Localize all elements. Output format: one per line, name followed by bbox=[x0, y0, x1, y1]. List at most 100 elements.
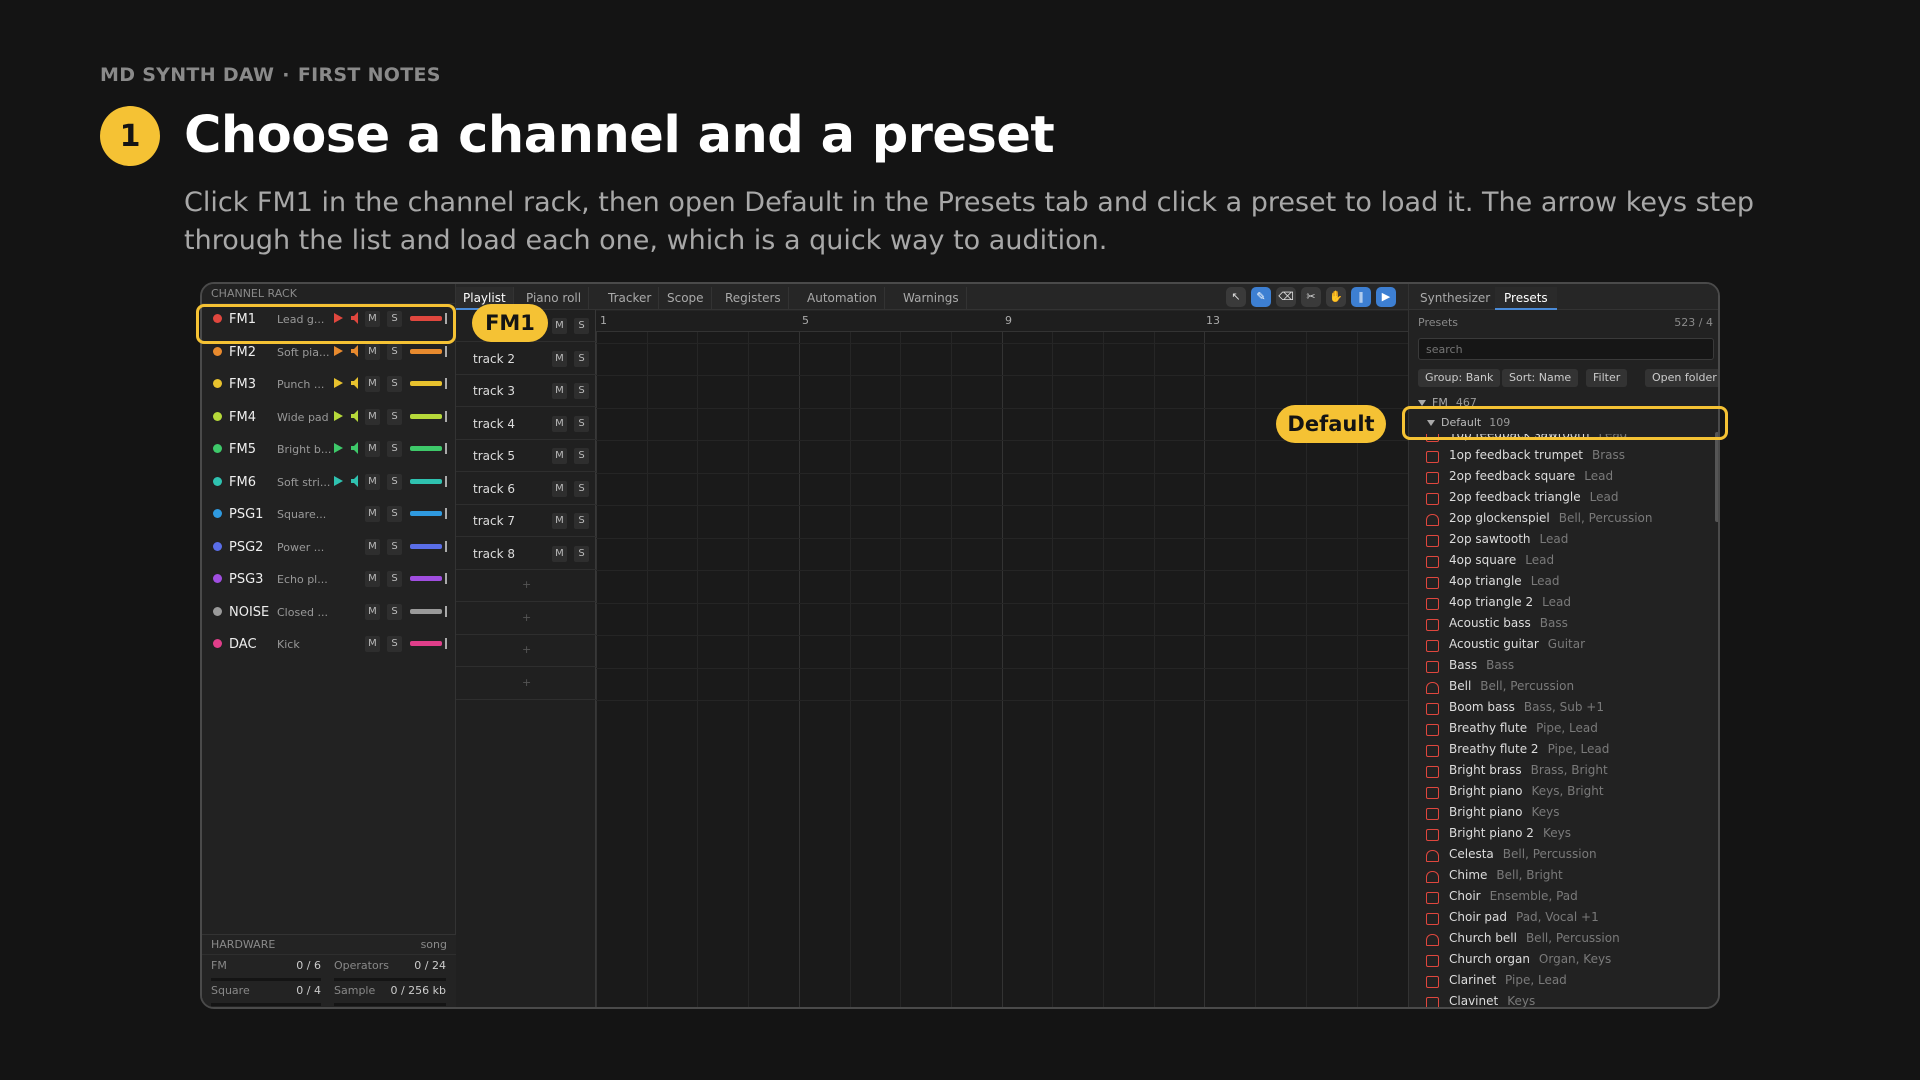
preset-item[interactable]: Bright piano Keys bbox=[1426, 805, 1560, 825]
speaker-icon[interactable] bbox=[351, 409, 362, 422]
channel-row-fm6[interactable]: FM6 Soft stri... M S bbox=[202, 467, 456, 497]
mute-button[interactable]: M bbox=[552, 448, 567, 464]
volume-meter[interactable] bbox=[410, 608, 442, 614]
tab-warnings[interactable]: Warnings bbox=[896, 287, 967, 310]
hand-icon[interactable]: ✋ bbox=[1326, 287, 1346, 307]
volume-meter[interactable] bbox=[410, 511, 442, 516]
preset-item[interactable]: Acoustic bass Bass bbox=[1426, 616, 1568, 636]
mute-button[interactable]: M bbox=[365, 571, 380, 587]
volume-meter[interactable] bbox=[410, 413, 442, 419]
mute-button[interactable]: M bbox=[552, 545, 567, 562]
preset-list-scrollbar[interactable] bbox=[1715, 432, 1718, 522]
speaker-icon[interactable] bbox=[351, 377, 362, 389]
follow-icon[interactable]: ▶ bbox=[1376, 287, 1396, 307]
solo-button[interactable]: S bbox=[574, 383, 589, 399]
channel-row-fm5[interactable]: FM5 Bright b... M S bbox=[202, 434, 456, 464]
solo-button[interactable]: S bbox=[387, 441, 402, 457]
play-icon[interactable] bbox=[334, 475, 343, 486]
solo-button[interactable]: S bbox=[574, 350, 589, 367]
channel-row-psg2[interactable]: PSG2 Power ... M S bbox=[202, 532, 456, 562]
volume-meter[interactable] bbox=[410, 478, 442, 484]
eraser-icon[interactable]: ⌫ bbox=[1276, 287, 1296, 307]
solo-button[interactable]: S bbox=[387, 571, 402, 587]
track-row[interactable]: track 2 MS bbox=[456, 343, 596, 375]
track-row[interactable]: track 4 MS bbox=[456, 408, 596, 440]
tab-scope[interactable]: Scope bbox=[660, 287, 712, 310]
preset-item[interactable]: Chime Bell, Bright bbox=[1426, 868, 1563, 888]
add-track-slot[interactable]: + bbox=[456, 570, 596, 602]
pencil-icon[interactable]: ✎ bbox=[1251, 287, 1271, 307]
preset-item[interactable]: Church bell Bell, Percussion bbox=[1426, 931, 1620, 951]
track-row[interactable]: track 3 MS bbox=[456, 375, 596, 407]
play-icon[interactable] bbox=[334, 410, 343, 421]
play-icon[interactable] bbox=[334, 378, 343, 388]
channel-row-fm4[interactable]: FM4 Wide pad M S bbox=[202, 402, 456, 432]
solo-button[interactable]: S bbox=[574, 448, 589, 464]
preset-item[interactable]: Church organ Organ, Keys bbox=[1426, 952, 1611, 972]
mute-button[interactable]: M bbox=[365, 603, 380, 620]
add-track-slot[interactable]: + bbox=[456, 635, 596, 667]
tab-tracker[interactable]: Tracker bbox=[601, 287, 660, 310]
tab-synthesizer[interactable]: Synthesizer bbox=[1411, 287, 1499, 310]
track-row[interactable]: track 7 MS bbox=[456, 505, 596, 537]
solo-button[interactable]: S bbox=[387, 376, 402, 392]
preset-item[interactable]: 2op sawtooth Lead bbox=[1426, 532, 1568, 552]
preset-item[interactable]: Breathy flute 2 Pipe, Lead bbox=[1426, 742, 1609, 762]
solo-button[interactable]: S bbox=[574, 513, 589, 529]
preset-search-input[interactable] bbox=[1418, 338, 1714, 360]
filter-button[interactable]: Filter bbox=[1586, 369, 1628, 387]
cursor-icon[interactable]: ↖ bbox=[1226, 287, 1246, 307]
mute-button[interactable]: M bbox=[552, 513, 567, 529]
preset-item[interactable]: Bass Bass bbox=[1426, 658, 1514, 678]
preset-item[interactable]: Bright piano Keys, Bright bbox=[1426, 784, 1604, 804]
solo-button[interactable]: S bbox=[387, 636, 402, 652]
preset-item[interactable]: Choir Ensemble, Pad bbox=[1426, 889, 1578, 909]
mute-button[interactable]: M bbox=[552, 350, 567, 367]
mute-button[interactable]: M bbox=[552, 480, 567, 497]
solo-button[interactable]: S bbox=[387, 343, 402, 360]
volume-meter[interactable] bbox=[410, 641, 442, 646]
mute-button[interactable]: M bbox=[365, 441, 380, 457]
preset-item[interactable]: 4op square Lead bbox=[1426, 553, 1554, 573]
mute-button[interactable]: M bbox=[365, 538, 380, 555]
preset-item[interactable]: 4op triangle 2 Lead bbox=[1426, 595, 1571, 615]
solo-button[interactable]: S bbox=[574, 318, 589, 334]
preset-item[interactable]: 1op feedback trumpet Brass bbox=[1426, 448, 1625, 468]
preset-item[interactable]: Choir pad Pad, Vocal +1 bbox=[1426, 910, 1599, 930]
preset-item[interactable]: Bell Bell, Percussion bbox=[1426, 679, 1574, 699]
loop-icon[interactable]: ‖ bbox=[1351, 287, 1371, 307]
mute-button[interactable]: M bbox=[365, 408, 380, 425]
solo-button[interactable]: S bbox=[387, 473, 402, 490]
open-folder-button[interactable]: Open folder bbox=[1645, 369, 1718, 387]
speaker-icon[interactable] bbox=[351, 344, 362, 357]
mute-button[interactable]: M bbox=[365, 376, 380, 392]
solo-button[interactable]: S bbox=[574, 480, 589, 497]
channel-row-fm3[interactable]: FM3 Punch ... M S bbox=[202, 369, 456, 399]
solo-button[interactable]: S bbox=[387, 603, 402, 620]
channel-row-psg1[interactable]: PSG1 Square... M S bbox=[202, 499, 456, 529]
mute-button[interactable]: M bbox=[552, 318, 567, 334]
solo-button[interactable]: S bbox=[387, 408, 402, 425]
play-icon[interactable] bbox=[334, 443, 343, 453]
preset-item[interactable]: Bright brass Brass, Bright bbox=[1426, 763, 1608, 783]
add-track-slot[interactable]: + bbox=[456, 603, 596, 635]
group-by-button[interactable]: Group: Bank bbox=[1418, 369, 1501, 387]
mute-button[interactable]: M bbox=[365, 343, 380, 360]
track-row[interactable]: track 6 MS bbox=[456, 473, 596, 505]
preset-item[interactable]: 4op triangle Lead bbox=[1426, 574, 1560, 594]
volume-meter[interactable] bbox=[410, 446, 442, 451]
mute-button[interactable]: M bbox=[365, 506, 380, 522]
track-row[interactable]: track 8 MS bbox=[456, 538, 596, 570]
solo-button[interactable]: S bbox=[387, 506, 402, 522]
mute-button[interactable]: M bbox=[552, 415, 567, 432]
preset-item[interactable]: 2op glockenspiel Bell, Percussion bbox=[1426, 511, 1653, 531]
timeline-ruler[interactable]: 1 5 9 13 bbox=[596, 310, 1408, 332]
tab-registers[interactable]: Registers bbox=[718, 287, 789, 310]
solo-button[interactable]: S bbox=[387, 538, 402, 555]
preset-item[interactable]: Acoustic guitar Guitar bbox=[1426, 637, 1585, 657]
sort-button[interactable]: Sort: Name bbox=[1502, 369, 1579, 387]
solo-button[interactable]: S bbox=[574, 415, 589, 432]
preset-item[interactable]: Celesta Bell, Percussion bbox=[1426, 847, 1597, 867]
preset-item[interactable]: Clarinet Pipe, Lead bbox=[1426, 973, 1567, 993]
speaker-icon[interactable] bbox=[351, 474, 362, 487]
